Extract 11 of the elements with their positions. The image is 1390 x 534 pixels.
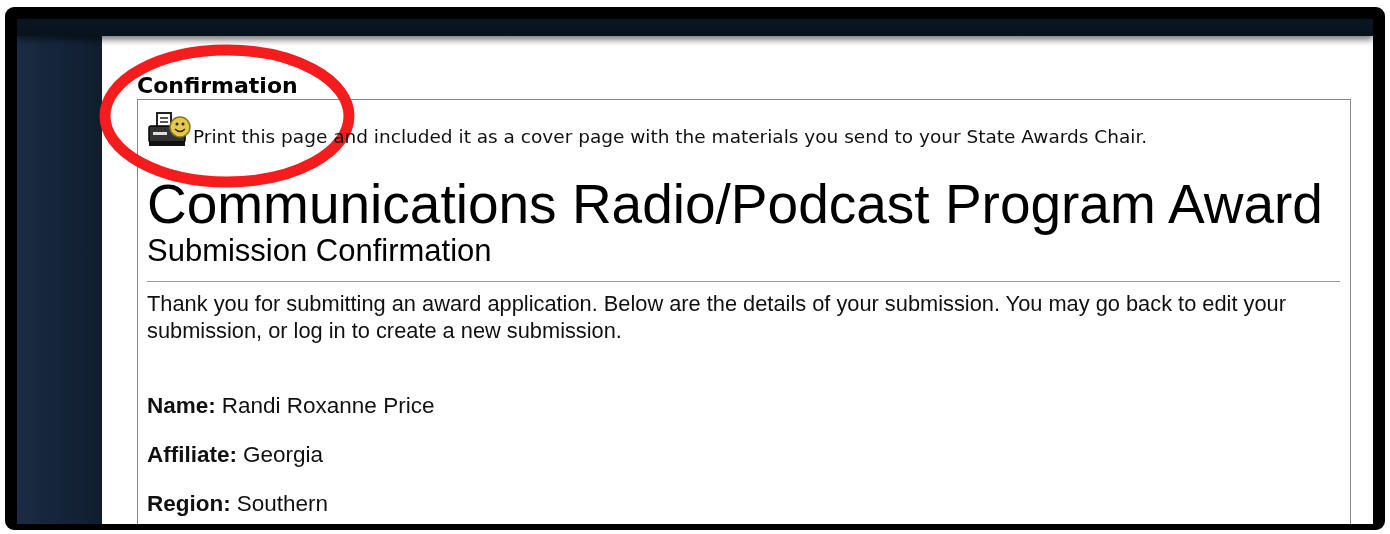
printer-smiley-icon[interactable] [147,112,193,148]
page-subtitle: Submission Confirmation [147,234,493,268]
field-value: Georgia [243,442,324,468]
field-value: Randi Roxanne Price [221,393,435,419]
field-value: Southern [236,491,329,517]
section-heading: Confirmation [137,73,298,99]
award-title: Communications Radio/Podcast Program Award [147,174,1324,234]
field-label: Region: [147,491,231,517]
field-label: Name: [147,393,216,419]
intro-paragraph: Thank you for submitting an award application. Below are the details of your submission. You may go back to edit your submission, or log in to create a new submission. [147,290,1287,344]
field-label: Affiliate: [147,442,237,468]
